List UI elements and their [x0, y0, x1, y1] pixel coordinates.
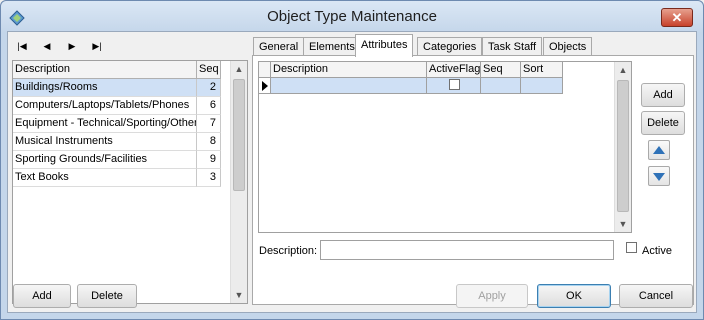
list-cell-description: Computers/Laptops/Tablets/Phones — [13, 97, 197, 115]
activeflag-checkbox[interactable] — [449, 78, 460, 90]
list-row[interactable]: Musical Instruments 8 — [13, 133, 221, 151]
grid-cell-activeflag[interactable] — [427, 78, 481, 94]
next-record-button[interactable]: ▶ — [63, 39, 81, 53]
delete-button[interactable]: Delete — [77, 284, 137, 308]
scroll-down-icon[interactable]: ▼ — [615, 216, 631, 232]
scroll-down-icon[interactable]: ▼ — [231, 287, 247, 303]
attribute-delete-button[interactable]: Delete — [641, 111, 685, 135]
last-record-button[interactable]: ▶| — [88, 39, 106, 53]
list-header-seq[interactable]: Seq — [197, 61, 221, 79]
list-cell-seq: 3 — [197, 169, 221, 187]
tab-objects[interactable]: Objects — [543, 37, 593, 56]
list-cell-seq: 8 — [197, 133, 221, 151]
list-cell-description: Text Books — [13, 169, 197, 187]
grid-cell-seq[interactable] — [481, 78, 521, 94]
list-cell-seq: 2 — [197, 79, 221, 97]
arrow-down-icon — [653, 173, 665, 181]
arrow-up-icon — [653, 146, 665, 154]
attributes-new-row[interactable] — [259, 78, 631, 94]
description-label: Description: — [259, 245, 318, 257]
list-cell-description: Sporting Grounds/Facilities — [13, 151, 197, 169]
row-selector[interactable] — [259, 78, 271, 94]
move-up-button[interactable] — [648, 140, 670, 160]
list-row[interactable]: Text Books 3 — [13, 169, 221, 187]
description-input[interactable] — [320, 240, 614, 260]
list-header: Description Seq — [13, 61, 221, 79]
scroll-up-icon[interactable]: ▲ — [615, 62, 631, 78]
tab-categories[interactable]: Categories — [417, 37, 483, 56]
first-record-button[interactable]: |◀ — [13, 39, 31, 53]
tab-elements[interactable]: Elements — [303, 37, 361, 56]
active-checkbox[interactable] — [626, 242, 637, 253]
attributes-grid-scrollbar[interactable]: ▲ ▼ — [614, 62, 631, 232]
window-title: Object Type Maintenance — [267, 8, 437, 25]
list-row[interactable]: Sporting Grounds/Facilities 9 — [13, 151, 221, 169]
add-button[interactable]: Add — [13, 284, 71, 308]
grid-header-activeflag[interactable]: ActiveFlag — [427, 62, 481, 78]
list-cell-description: Musical Instruments — [13, 133, 197, 151]
attributes-tab-panel: Description ActiveFlag Seq Sort ▲ ▼ Add … — [252, 55, 694, 305]
list-cell-description: Buildings/Rooms — [13, 79, 197, 97]
previous-record-button[interactable]: ◀ — [38, 39, 56, 53]
grid-corner — [259, 62, 271, 78]
move-down-button[interactable] — [648, 166, 670, 186]
row-pointer-icon — [262, 81, 268, 91]
grid-header-seq[interactable]: Seq — [481, 62, 521, 78]
object-type-list[interactable]: Description Seq Buildings/Rooms 2 Comput… — [12, 60, 248, 304]
list-cell-description: Equipment - Technical/Sporting/Other — [13, 115, 197, 133]
active-label: Active — [642, 245, 672, 257]
dialog-client-area: |◀ ◀ ▶ ▶| Description Seq Buildings/Room… — [7, 31, 697, 313]
ok-button[interactable]: OK — [537, 284, 611, 308]
dialog-window: Object Type Maintenance ✕ |◀ ◀ ▶ ▶| Desc… — [0, 0, 704, 320]
grid-header-description[interactable]: Description — [271, 62, 427, 78]
attributes-grid[interactable]: Description ActiveFlag Seq Sort ▲ ▼ — [258, 61, 632, 233]
grid-cell-sort[interactable] — [521, 78, 563, 94]
list-scroll-thumb[interactable] — [233, 79, 245, 191]
title-bar[interactable]: Object Type Maintenance ✕ — [1, 1, 703, 33]
list-row[interactable]: Buildings/Rooms 2 — [13, 79, 221, 97]
attributes-grid-header: Description ActiveFlag Seq Sort — [259, 62, 631, 78]
list-scrollbar[interactable]: ▲ ▼ — [230, 61, 247, 303]
scroll-up-icon[interactable]: ▲ — [231, 61, 247, 77]
apply-button[interactable]: Apply — [456, 284, 528, 308]
list-row[interactable]: Equipment - Technical/Sporting/Other 7 — [13, 115, 221, 133]
cancel-button[interactable]: Cancel — [619, 284, 693, 308]
grid-cell-description[interactable] — [271, 78, 427, 94]
list-body: Buildings/Rooms 2 Computers/Laptops/Tabl… — [13, 79, 221, 187]
tab-attributes[interactable]: Attributes — [355, 34, 414, 57]
tab-task-staff[interactable]: Task Staff — [482, 37, 543, 56]
list-row[interactable]: Computers/Laptops/Tablets/Phones 6 — [13, 97, 221, 115]
tab-general[interactable]: General — [253, 37, 305, 56]
grid-header-sort[interactable]: Sort — [521, 62, 563, 78]
list-header-description[interactable]: Description — [13, 61, 197, 79]
close-button[interactable]: ✕ — [661, 8, 693, 27]
attribute-add-button[interactable]: Add — [641, 83, 685, 107]
list-cell-seq: 7 — [197, 115, 221, 133]
list-cell-seq: 6 — [197, 97, 221, 115]
attributes-scroll-thumb[interactable] — [617, 80, 629, 212]
list-cell-seq: 9 — [197, 151, 221, 169]
